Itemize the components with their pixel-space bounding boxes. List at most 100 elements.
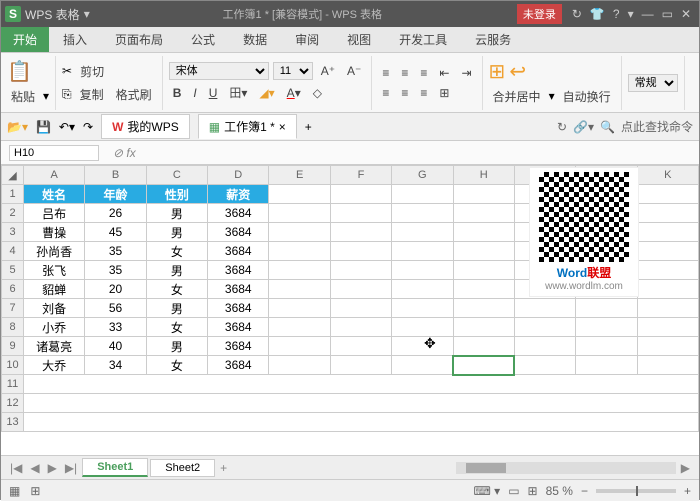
cell[interactable] [24,375,699,394]
cell[interactable]: 56 [85,299,146,318]
prev-sheet-icon[interactable]: ◀ [27,461,42,475]
cell[interactable] [453,318,514,337]
cell[interactable] [330,299,391,318]
cell[interactable]: 诸葛亮 [24,337,85,356]
cell[interactable]: 女 [146,280,207,299]
fill-icon[interactable]: ◢▾ [255,84,278,102]
sheet-1[interactable]: Sheet1 [82,458,148,477]
cell[interactable] [392,280,453,299]
cell[interactable] [637,299,698,318]
cell[interactable] [637,242,698,261]
row-10[interactable]: 10 [2,356,24,375]
skin-icon[interactable]: 👕 [590,7,605,21]
cell[interactable]: 3684 [208,242,269,261]
doctab-workbook[interactable]: ▦工作簿1 *× [198,114,297,139]
format-painter[interactable]: 格式刷 [112,84,156,105]
cell[interactable]: 20 [85,280,146,299]
cell[interactable]: 3684 [208,280,269,299]
tab-layout[interactable]: 页面布局 [101,27,177,52]
row-9[interactable]: 9 [2,337,24,356]
cell[interactable] [453,356,514,375]
open-icon[interactable]: 📂▾ [7,120,28,134]
cell[interactable]: 34 [85,356,146,375]
increase-font-icon[interactable]: A⁺ [317,62,339,80]
cell[interactable] [453,280,514,299]
row-13[interactable]: 13 [2,413,24,432]
cell[interactable]: 女 [146,242,207,261]
cell[interactable] [392,299,453,318]
row-8[interactable]: 8 [2,318,24,337]
cell[interactable]: 小乔 [24,318,85,337]
cell[interactable] [330,204,391,223]
cell[interactable] [24,413,699,432]
cell[interactable] [637,261,698,280]
zoom-out-icon[interactable]: − [581,484,588,498]
cell[interactable] [637,318,698,337]
layout-icon[interactable]: ⊞ [30,484,40,498]
border-icon[interactable]: 田▾ [225,82,251,103]
cell[interactable] [637,223,698,242]
italic-button[interactable]: I [189,84,200,102]
cell[interactable]: 3684 [208,223,269,242]
cell[interactable] [330,337,391,356]
cell[interactable]: 男 [146,223,207,242]
menu-icon[interactable]: ▾ [628,7,634,21]
cell[interactable]: 3684 [208,337,269,356]
zoom-in-icon[interactable]: + [684,484,691,498]
tab-start[interactable]: 开始 [1,27,49,52]
col-K[interactable]: K [637,166,698,185]
cell[interactable]: 33 [85,318,146,337]
row-3[interactable]: 3 [2,223,24,242]
copy-button[interactable]: 复制 [76,84,108,105]
cell[interactable]: 40 [85,337,146,356]
cell[interactable]: 3684 [208,299,269,318]
tab-review[interactable]: 审阅 [281,27,333,52]
row-11[interactable]: 11 [2,375,24,394]
cell[interactable] [330,261,391,280]
close-tab-icon[interactable]: × [279,120,286,134]
first-sheet-icon[interactable]: |◀ [7,461,25,475]
style-select[interactable]: 常规 [628,74,678,92]
cell[interactable]: 3684 [208,356,269,375]
cell[interactable]: 35 [85,261,146,280]
underline-button[interactable]: U [205,84,222,102]
name-box[interactable] [9,145,99,161]
row-2[interactable]: 2 [2,204,24,223]
cell[interactable] [637,280,698,299]
cell[interactable]: 女 [146,356,207,375]
save-icon[interactable]: 💾 [36,120,51,134]
row-5[interactable]: 5 [2,261,24,280]
col-C[interactable]: C [146,166,207,185]
tab-cloud[interactable]: 云服务 [461,27,525,52]
cell[interactable]: 男 [146,299,207,318]
indent-right-icon[interactable]: ⇥ [457,64,475,82]
next-sheet-icon[interactable]: ▶ [45,461,60,475]
refresh-icon[interactable]: ↻ [557,120,567,134]
corner[interactable]: ◢ [2,166,24,185]
cell[interactable] [269,242,330,261]
cell[interactable] [637,204,698,223]
tab-insert[interactable]: 插入 [49,27,101,52]
view-page-icon[interactable]: ⊞ [528,484,538,498]
last-sheet-icon[interactable]: ▶| [62,461,80,475]
wrap-button[interactable]: 自动换行 [559,86,615,107]
cell[interactable] [330,318,391,337]
add-sheet-icon[interactable]: + [217,461,230,475]
link-icon[interactable]: 🔗▾ [573,120,594,134]
fx-icon[interactable]: ⊘ fx [113,146,136,160]
dropdown-icon[interactable]: ▾ [84,7,90,21]
cell[interactable]: 孙尚香 [24,242,85,261]
tab-data[interactable]: 数据 [229,27,281,52]
align-right-icon[interactable]: ≡ [416,84,431,102]
cell[interactable] [392,204,453,223]
row-4[interactable]: 4 [2,242,24,261]
col-B[interactable]: B [85,166,146,185]
scroll-right-icon[interactable]: ▶ [678,461,693,475]
cell[interactable] [453,299,514,318]
col-H[interactable]: H [453,166,514,185]
tab-formula[interactable]: 公式 [177,27,229,52]
row-6[interactable]: 6 [2,280,24,299]
cell[interactable] [392,261,453,280]
align-center-icon[interactable]: ≡ [397,84,412,102]
cell[interactable] [637,337,698,356]
